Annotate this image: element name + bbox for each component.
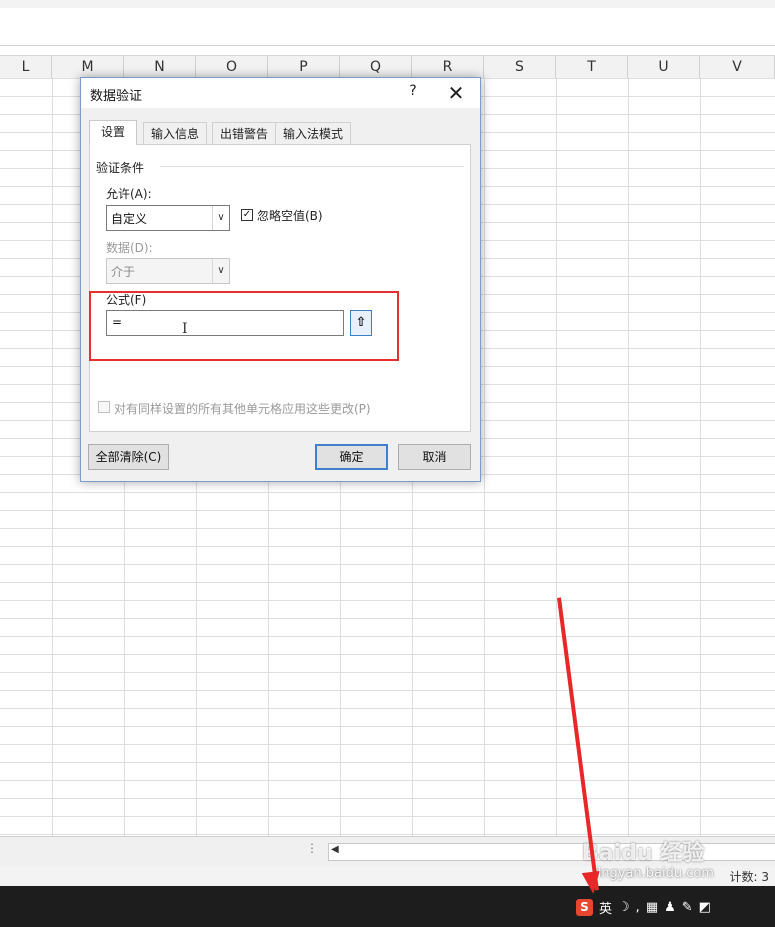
data-label: 数据(D): xyxy=(106,241,153,255)
grid-line xyxy=(484,78,485,836)
baidu-watermark: Baidu 经验 xyxy=(582,841,705,866)
tools-icon[interactable]: ✎ xyxy=(682,900,693,915)
column-header-s[interactable]: S xyxy=(484,56,556,78)
scroll-left-icon[interactable]: ◀ xyxy=(331,844,339,855)
sogou-logo-icon[interactable]: S xyxy=(576,898,593,916)
allow-select[interactable]: 自定义 ∨ xyxy=(106,205,230,231)
data-select[interactable]: 介于 ∨ xyxy=(106,258,230,284)
column-header-t[interactable]: T xyxy=(556,56,628,78)
annotation-arrow-head-icon xyxy=(581,870,603,896)
ignore-blank-checkbox[interactable]: ✓ xyxy=(241,209,253,221)
grid-line xyxy=(52,78,53,836)
tab-settings[interactable]: 设置 xyxy=(89,120,137,145)
apply-all-checkbox[interactable] xyxy=(98,401,110,413)
ime-mode-label[interactable]: 英 xyxy=(599,898,612,917)
taskbar: S 英 ☽ , ▦ ♟ ✎ ◩ xyxy=(0,886,775,927)
skin-icon[interactable]: ◩ xyxy=(699,900,711,915)
formula-bar[interactable] xyxy=(0,8,775,46)
tab-input-message[interactable]: 输入信息 xyxy=(143,122,207,144)
column-header-n[interactable]: N xyxy=(124,56,196,78)
allow-label: 允许(A): xyxy=(106,187,152,201)
chevron-down-icon[interactable]: ∨ xyxy=(212,259,229,283)
moon-icon[interactable]: ☽ xyxy=(618,900,630,915)
splitter-handle-icon[interactable]: ⋮ xyxy=(306,841,318,855)
dialog-title-bar[interactable]: 数据验证 ? ✕ xyxy=(81,78,480,108)
column-header-q[interactable]: Q xyxy=(340,56,412,78)
allow-value: 自定义 xyxy=(111,212,148,226)
ok-button[interactable]: 确定 xyxy=(315,444,388,470)
status-count: 计数: 3 xyxy=(729,870,770,884)
ignore-blank-label[interactable]: 忽略空值(B) xyxy=(257,207,323,224)
help-button[interactable]: ? xyxy=(403,83,423,103)
ime-toolbar[interactable]: S 英 ☽ , ▦ ♟ ✎ ◩ xyxy=(576,898,711,917)
watermark-url: jingyan.baidu.com xyxy=(594,866,714,881)
column-header-l[interactable]: L xyxy=(0,56,52,78)
column-header-r[interactable]: R xyxy=(412,56,484,78)
column-header-o[interactable]: O xyxy=(196,56,268,78)
formula-highlight-box xyxy=(89,291,399,361)
apply-all-label[interactable]: 对有同样设置的所有其他单元格应用这些更改(P) xyxy=(114,400,371,417)
group-divider xyxy=(160,166,464,167)
dialog-title: 数据验证 xyxy=(90,89,143,104)
grid-line xyxy=(628,78,629,836)
column-header-u[interactable]: U xyxy=(628,56,700,78)
validation-criteria-label: 验证条件 xyxy=(96,159,149,176)
grid-line xyxy=(700,78,701,836)
cancel-button[interactable]: 取消 xyxy=(398,444,471,470)
clear-all-button[interactable]: 全部清除(C) xyxy=(88,444,169,470)
horizontal-scrollbar[interactable]: ◀ xyxy=(328,843,775,861)
grid-line xyxy=(556,78,557,836)
data-validation-dialog: 数据验证 ? ✕ 设置 输入信息 出错警告 输入法模式 验证条件 允许(A): … xyxy=(80,77,481,482)
tab-ime-mode[interactable]: 输入法模式 xyxy=(275,122,351,144)
user-icon[interactable]: ♟ xyxy=(664,900,676,915)
close-button[interactable]: ✕ xyxy=(443,80,469,106)
tab-error-alert[interactable]: 出错警告 xyxy=(212,122,276,144)
chevron-down-icon[interactable]: ∨ xyxy=(212,206,229,230)
data-value: 介于 xyxy=(111,265,136,279)
punctuation-icon[interactable]: , xyxy=(636,900,640,915)
column-header-v[interactable]: V xyxy=(700,56,775,78)
keyboard-icon[interactable]: ▦ xyxy=(646,900,658,915)
column-header-p[interactable]: P xyxy=(268,56,340,78)
settings-panel: 验证条件 允许(A): 自定义 ∨ ✓ 忽略空值(B) 数据(D): 介于 ∨ … xyxy=(89,144,471,432)
column-header-row: L M N O P Q R S T U V xyxy=(0,55,775,79)
column-header-m[interactable]: M xyxy=(52,56,124,78)
